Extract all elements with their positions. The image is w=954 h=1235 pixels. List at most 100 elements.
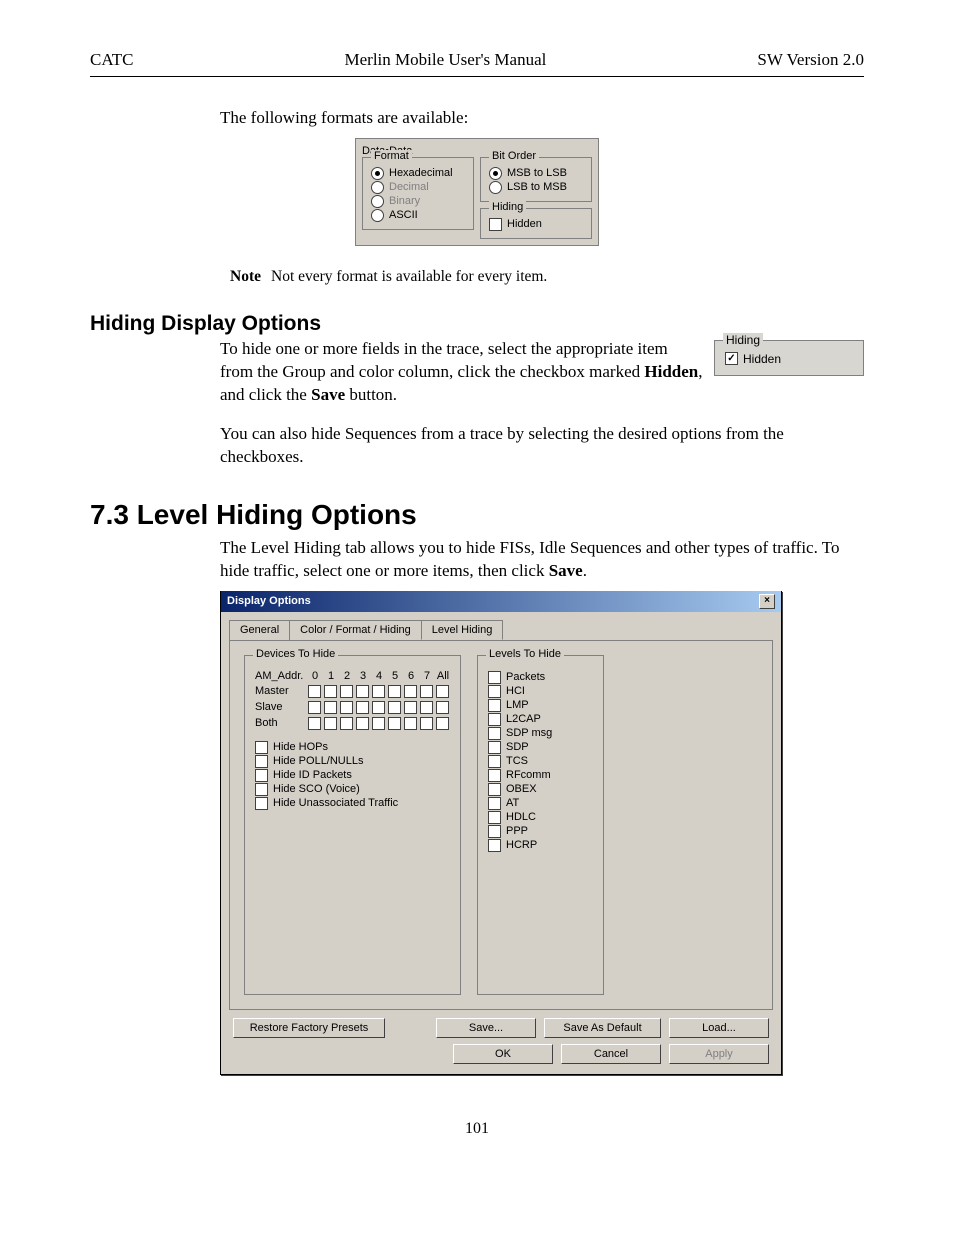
device-checkbox[interactable] xyxy=(388,717,401,730)
hide-option[interactable]: Hide POLL/NULLs xyxy=(255,755,450,768)
radio-decimal: Decimal xyxy=(371,181,465,194)
checkbox-icon xyxy=(488,713,501,726)
device-checkbox[interactable] xyxy=(388,685,401,698)
device-checkbox[interactable] xyxy=(404,685,417,698)
device-checkbox[interactable] xyxy=(356,717,369,730)
radio-dot-icon xyxy=(489,167,502,180)
tab-level-hiding[interactable]: Level Hiding xyxy=(421,620,504,640)
device-checkbox[interactable] xyxy=(420,685,433,698)
device-checkbox[interactable] xyxy=(308,685,321,698)
col-header: 7 xyxy=(420,670,434,682)
tab-color-format-hiding[interactable]: Color / Format / Hiding xyxy=(289,620,422,640)
dialog-titlebar[interactable]: Display Options × xyxy=(221,591,781,612)
device-checkbox[interactable] xyxy=(372,717,385,730)
device-checkbox[interactable] xyxy=(404,717,417,730)
restore-factory-button[interactable]: Restore Factory Presets xyxy=(233,1018,385,1038)
device-checkbox[interactable] xyxy=(324,717,337,730)
level-option[interactable]: AT xyxy=(488,797,593,810)
checkbox-icon xyxy=(488,839,501,852)
checkbox-icon xyxy=(488,685,501,698)
hiding-panel-small: Hiding Hidden xyxy=(480,208,592,239)
radio-hexadecimal[interactable]: Hexadecimal xyxy=(371,167,465,180)
device-checkbox[interactable] xyxy=(404,701,417,714)
device-checkbox[interactable] xyxy=(356,701,369,714)
save-default-button[interactable]: Save As Default xyxy=(544,1018,661,1038)
cancel-button[interactable]: Cancel xyxy=(561,1044,661,1064)
level-option[interactable]: RFcomm xyxy=(488,769,593,782)
level-option[interactable]: SDP xyxy=(488,741,593,754)
level-option[interactable]: OBEX xyxy=(488,783,593,796)
hiding-side-legend: Hiding xyxy=(723,333,763,347)
device-checkbox[interactable] xyxy=(372,685,385,698)
data-data-panel: Data•Data Format Hexadecimal Decimal Bin… xyxy=(355,138,599,246)
radio-binary: Binary xyxy=(371,195,465,208)
level-option[interactable]: LMP xyxy=(488,699,593,712)
device-checkbox[interactable] xyxy=(356,685,369,698)
device-checkbox[interactable] xyxy=(308,701,321,714)
hiding-side-box: Hiding Hidden xyxy=(714,340,864,376)
level-option[interactable]: HCRP xyxy=(488,839,593,852)
row-label-both: Both xyxy=(255,717,306,729)
device-checkbox[interactable] xyxy=(372,701,385,714)
level-option[interactable]: L2CAP xyxy=(488,713,593,726)
device-checkbox[interactable] xyxy=(324,701,337,714)
format-panel: Format Hexadecimal Decimal Binary ASCII xyxy=(362,157,474,230)
radio-msb[interactable]: MSB to LSB xyxy=(489,167,583,180)
device-checkbox[interactable] xyxy=(340,685,353,698)
level-heading: 7.3 Level Hiding Options xyxy=(90,499,864,531)
device-checkbox[interactable] xyxy=(436,701,449,714)
device-checkbox[interactable] xyxy=(308,717,321,730)
level-option[interactable]: PPP xyxy=(488,825,593,838)
device-checkbox[interactable] xyxy=(340,717,353,730)
level-option[interactable]: HDLC xyxy=(488,811,593,824)
ok-button[interactable]: OK xyxy=(453,1044,553,1064)
checkbox-icon xyxy=(255,783,268,796)
dialog-tabs: General Color / Format / Hiding Level Hi… xyxy=(221,612,781,640)
level-option[interactable]: HCI xyxy=(488,685,593,698)
device-checkbox[interactable] xyxy=(340,701,353,714)
radio-lsb[interactable]: LSB to MSB xyxy=(489,181,583,194)
checkbox-icon xyxy=(489,218,502,231)
checkbox-icon xyxy=(255,755,268,768)
checkbox-icon xyxy=(488,727,501,740)
device-checkbox[interactable] xyxy=(420,701,433,714)
device-checkbox[interactable] xyxy=(324,685,337,698)
col-header: All xyxy=(436,670,450,682)
col-header: 6 xyxy=(404,670,418,682)
checkbox-icon xyxy=(488,769,501,782)
tab-body: Devices To Hide AM_Addr.01234567AllMaste… xyxy=(229,640,773,1010)
hide-option[interactable]: Hide ID Packets xyxy=(255,769,450,782)
device-checkbox[interactable] xyxy=(436,717,449,730)
checkbox-icon xyxy=(488,755,501,768)
level-option[interactable]: SDP msg xyxy=(488,727,593,740)
bitorder-legend: Bit Order xyxy=(489,150,539,162)
radio-dot-icon xyxy=(371,195,384,208)
checkbox-icon xyxy=(255,741,268,754)
hidden-side-checkbox[interactable]: Hidden xyxy=(725,352,855,366)
load-button[interactable]: Load... xyxy=(669,1018,769,1038)
level-option[interactable]: Packets xyxy=(488,671,593,684)
checkbox-icon xyxy=(255,797,268,810)
hidden-checkbox[interactable]: Hidden xyxy=(489,218,583,231)
col-header: 2 xyxy=(340,670,354,682)
save-button[interactable]: Save... xyxy=(436,1018,536,1038)
hide-option[interactable]: Hide HOPs xyxy=(255,741,450,754)
note-label: Note xyxy=(230,268,261,285)
bitorder-panel: Bit Order MSB to LSB LSB to MSB xyxy=(480,157,592,202)
devices-grid: AM_Addr.01234567AllMasterSlaveBoth xyxy=(255,670,450,730)
col-header: 3 xyxy=(356,670,370,682)
checkbox-icon xyxy=(488,825,501,838)
tab-general[interactable]: General xyxy=(229,620,290,640)
device-checkbox[interactable] xyxy=(420,717,433,730)
device-checkbox[interactable] xyxy=(388,701,401,714)
devices-legend: Devices To Hide xyxy=(253,648,338,660)
level-option[interactable]: TCS xyxy=(488,755,593,768)
hide-option[interactable]: Hide Unassociated Traffic xyxy=(255,797,450,810)
device-checkbox[interactable] xyxy=(436,685,449,698)
hide-option[interactable]: Hide SCO (Voice) xyxy=(255,783,450,796)
close-icon[interactable]: × xyxy=(759,594,775,609)
col-header: 5 xyxy=(388,670,402,682)
hiding-para2: You can also hide Sequences from a trace… xyxy=(220,423,864,469)
radio-dot-icon xyxy=(371,167,384,180)
radio-ascii[interactable]: ASCII xyxy=(371,209,465,222)
